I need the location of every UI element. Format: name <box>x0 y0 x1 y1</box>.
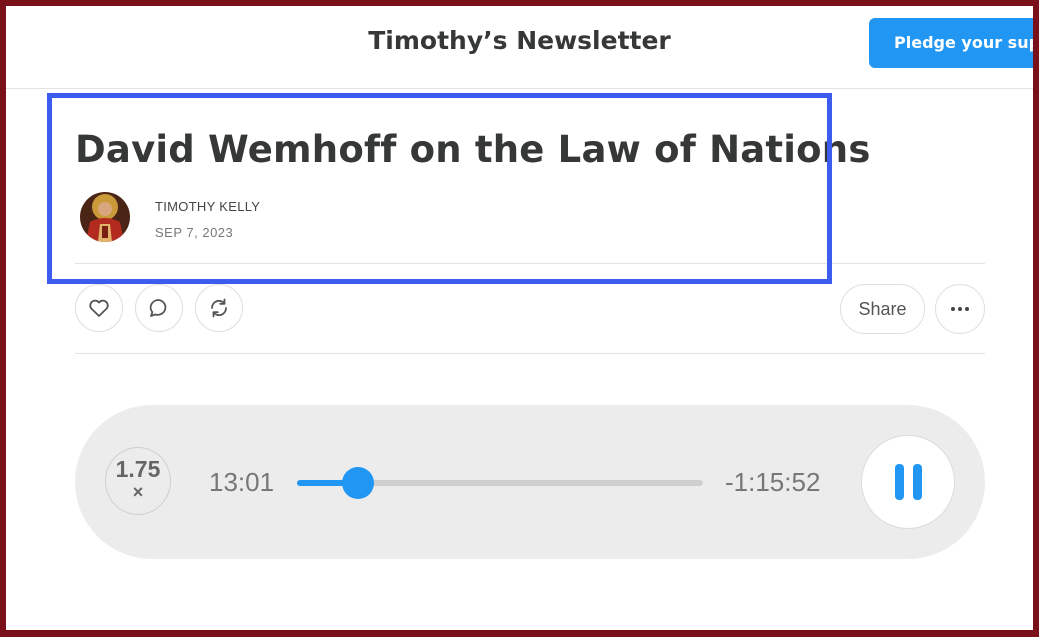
progress-thumb[interactable] <box>341 467 374 499</box>
speed-multiplier-icon: × <box>132 482 144 502</box>
divider-bottom <box>75 353 985 354</box>
highlight-box <box>47 93 832 284</box>
restack-icon <box>211 298 227 318</box>
top-bar: Timothy’s Newsletter Pledge your support <box>6 6 1033 89</box>
like-button[interactable] <box>75 284 123 332</box>
more-options-button[interactable] <box>935 284 985 334</box>
elapsed-time: 13:01 <box>209 467 275 497</box>
restack-button[interactable] <box>195 284 243 332</box>
pause-icon <box>894 464 904 500</box>
share-button[interactable]: Share <box>840 284 925 334</box>
playback-speed-button[interactable]: 1.75 × <box>105 447 171 515</box>
pledge-button[interactable]: Pledge your support <box>869 18 1033 68</box>
progress-track[interactable] <box>297 467 703 499</box>
comment-button[interactable] <box>135 284 183 332</box>
remaining-time: -1:15:52 <box>725 467 821 497</box>
audio-player: 1.75 × 13:01 -1:15:52 <box>75 405 985 559</box>
comment-icon <box>149 299 167 317</box>
pause-button[interactable] <box>861 435 955 529</box>
pause-icon <box>912 464 922 500</box>
speed-value: 1.75 <box>115 456 161 482</box>
more-icon <box>951 307 969 311</box>
heart-icon <box>89 299 109 317</box>
